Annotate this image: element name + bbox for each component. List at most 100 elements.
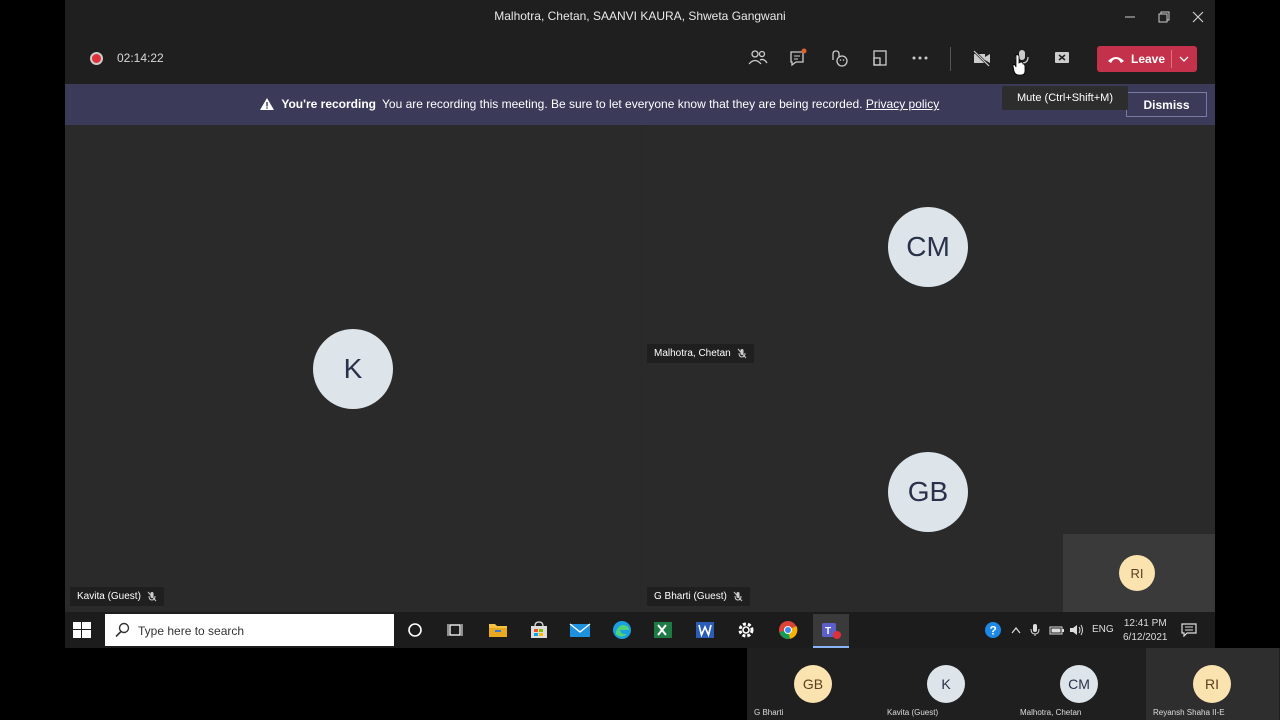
strip-name: Malhotra, Chetan xyxy=(1020,708,1082,717)
participant-strip: GB G Bharti K Kavita (Guest) CM Malhotra… xyxy=(747,648,1280,720)
warning-icon xyxy=(260,98,274,110)
svg-text:?: ? xyxy=(990,624,997,638)
strip-name: Reyansh Shaha II-E xyxy=(1153,708,1225,717)
taskbar-search[interactable]: Type here to search xyxy=(105,614,394,646)
chevron-down-icon[interactable] xyxy=(1179,55,1189,63)
gear-icon xyxy=(738,622,754,638)
mic-muted-icon xyxy=(147,591,157,602)
taskbar-excel[interactable] xyxy=(651,618,675,642)
search-placeholder: Type here to search xyxy=(138,624,245,638)
tray-help[interactable]: ? xyxy=(981,618,1005,642)
reactions-button[interactable] xyxy=(826,45,852,71)
banner-message: You are recording this meeting. Be sure … xyxy=(382,97,863,111)
meeting-toolbar: 02:14:22 Leave xyxy=(65,33,1215,84)
more-actions-button[interactable] xyxy=(907,45,933,71)
leave-label: Leave xyxy=(1131,52,1166,66)
mic-muted-icon xyxy=(733,591,743,602)
hang-up-icon xyxy=(1108,57,1124,63)
video-tile-chetan[interactable]: CM Malhotra, Chetan xyxy=(642,125,1215,370)
camera-toggle-button[interactable] xyxy=(969,45,995,71)
strip-avatar: CM xyxy=(1060,665,1098,703)
recording-indicator-icon xyxy=(90,52,103,65)
cortana-button[interactable] xyxy=(403,618,427,642)
close-icon xyxy=(1192,11,1204,22)
avatar-kavita: K xyxy=(313,329,393,409)
restore-button[interactable] xyxy=(1147,0,1181,33)
word-icon xyxy=(696,622,714,638)
taskbar-file-explorer[interactable] xyxy=(486,618,510,642)
volume-icon[interactable] xyxy=(1069,624,1085,636)
strip-avatar: RI xyxy=(1193,665,1231,703)
taskbar-edge[interactable] xyxy=(610,618,634,642)
video-tile-kavita[interactable]: K Kavita (Guest) xyxy=(65,125,640,612)
share-close-icon xyxy=(1055,52,1069,63)
chevron-up-icon[interactable] xyxy=(1011,626,1021,634)
taskbar-word[interactable] xyxy=(693,618,717,642)
title-bar: Malhotra, Chetan, SAANVI KAURA, Shweta G… xyxy=(65,0,1215,33)
nametag-chetan: Malhotra, Chetan xyxy=(647,344,754,363)
help-icon: ? xyxy=(985,622,1001,638)
strip-tile[interactable]: CM Malhotra, Chetan xyxy=(1013,648,1146,720)
strip-name: G Bharti xyxy=(754,708,784,717)
teams-meeting-window: Malhotra, Chetan, SAANVI KAURA, Shweta G… xyxy=(65,0,1215,648)
camera-off-icon xyxy=(973,50,990,67)
banner-content: You're recording You are recording this m… xyxy=(260,97,939,111)
privacy-policy-link[interactable]: Privacy policy xyxy=(866,97,939,111)
language-indicator[interactable]: ENG xyxy=(1092,624,1114,635)
close-window-button[interactable] xyxy=(1181,0,1215,33)
notifications-icon[interactable] xyxy=(1181,623,1197,637)
strip-avatar: K xyxy=(927,665,965,703)
avatar-self: RI xyxy=(1119,555,1155,591)
folder-icon xyxy=(489,624,507,637)
taskbar-teams[interactable]: T xyxy=(813,614,849,646)
taskbar-settings[interactable] xyxy=(734,618,758,642)
participant-name: Malhotra, Chetan xyxy=(654,348,731,359)
tray-mic-icon[interactable] xyxy=(1030,623,1040,637)
participants-button[interactable] xyxy=(745,45,771,71)
clock-date: 6/12/2021 xyxy=(1123,632,1168,643)
search-icon xyxy=(115,622,130,638)
dismiss-button[interactable]: Dismiss xyxy=(1126,92,1207,117)
chat-icon xyxy=(790,48,807,67)
participant-name: Kavita (Guest) xyxy=(77,591,141,602)
toolbar-divider xyxy=(950,47,951,71)
participants-icon xyxy=(748,50,768,65)
mic-muted-icon xyxy=(737,348,747,359)
banner-title: You're recording xyxy=(281,97,376,111)
mute-tooltip: Mute (Ctrl+Shift+M) xyxy=(1002,86,1128,110)
participant-name: G Bharti (Guest) xyxy=(654,591,727,602)
cortana-icon xyxy=(408,623,422,637)
avatar-chetan: CM xyxy=(888,207,968,287)
minimize-button[interactable] xyxy=(1113,0,1147,33)
edge-icon xyxy=(613,621,631,639)
mouse-cursor-icon xyxy=(1012,54,1026,76)
taskbar-mail[interactable] xyxy=(568,618,592,642)
strip-name: Kavita (Guest) xyxy=(887,708,939,717)
windows-start-icon[interactable] xyxy=(73,622,91,638)
avatar-gbharti: GB xyxy=(888,452,968,532)
strip-avatar: GB xyxy=(794,665,832,703)
self-view-tile[interactable]: RI xyxy=(1063,534,1215,612)
battery-icon[interactable] xyxy=(1049,625,1065,635)
strip-tile[interactable]: K Kavita (Guest) xyxy=(880,648,1013,720)
strip-tile[interactable]: GB G Bharti xyxy=(747,648,880,720)
clock-time: 12:41 PM xyxy=(1123,618,1167,629)
minimize-icon xyxy=(1125,16,1135,17)
leave-divider xyxy=(1171,50,1172,68)
meeting-timer: 02:14:22 xyxy=(117,51,164,65)
mail-icon xyxy=(569,623,591,637)
teams-icon: T xyxy=(822,623,841,639)
taskbar-clock[interactable]: 12:41 PM 6/12/2021 xyxy=(1123,617,1168,645)
leave-button[interactable]: Leave xyxy=(1097,46,1197,72)
windows-taskbar: Type here to search T ? ENG 12:41 PM 6/1… xyxy=(65,612,1215,648)
taskbar-store[interactable] xyxy=(527,618,551,642)
nametag-kavita: Kavita (Guest) xyxy=(70,587,164,606)
share-tray-button[interactable] xyxy=(1049,45,1075,71)
taskbar-chrome[interactable] xyxy=(776,618,800,642)
chat-button[interactable] xyxy=(785,45,811,71)
task-view-button[interactable] xyxy=(443,618,467,642)
excel-icon xyxy=(654,622,672,638)
strip-tile[interactable]: RI Reyansh Shaha II-E xyxy=(1146,648,1279,720)
rooms-button[interactable] xyxy=(867,45,893,71)
more-icon xyxy=(912,56,928,60)
